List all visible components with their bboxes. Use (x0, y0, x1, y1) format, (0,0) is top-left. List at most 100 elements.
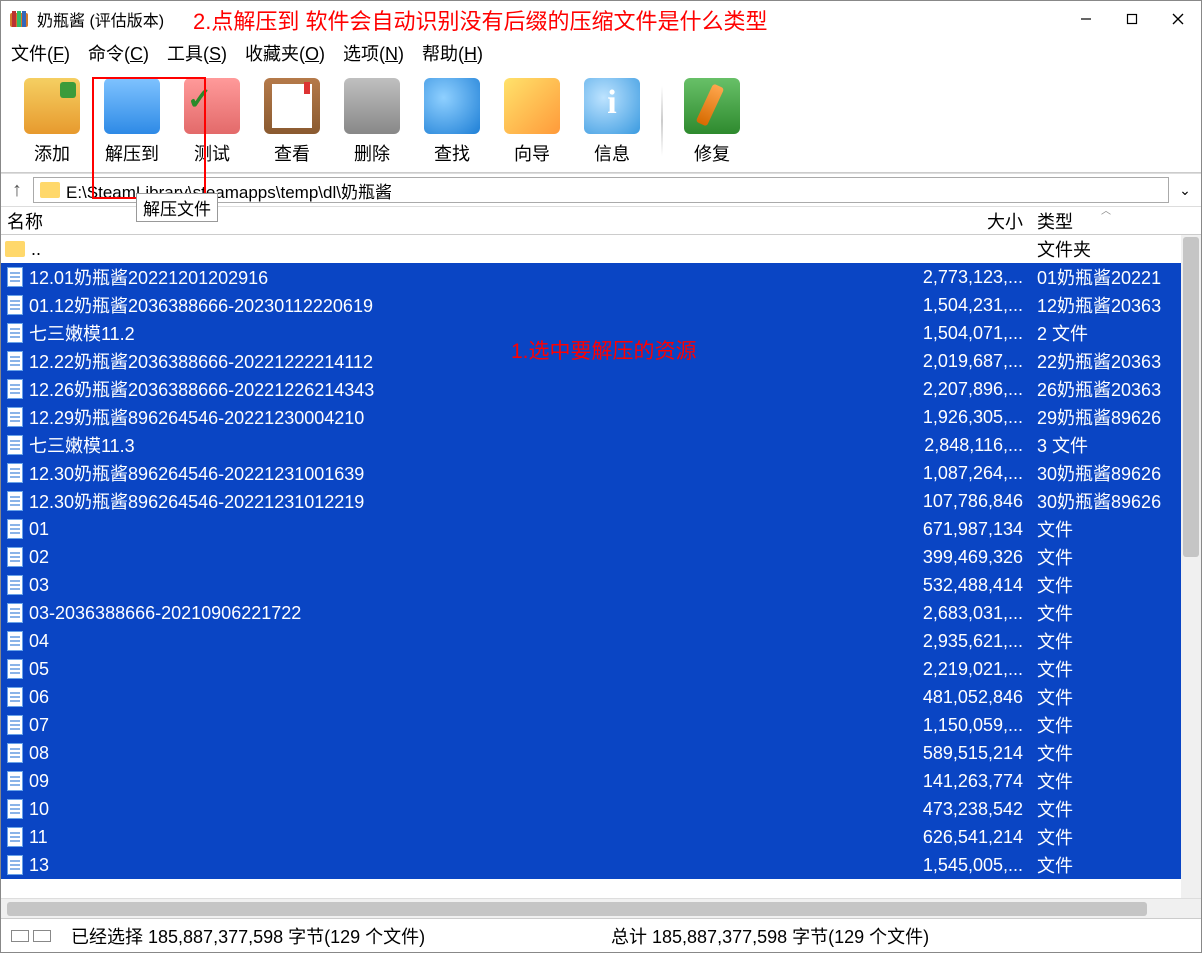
file-row[interactable]: 03532,488,414文件 (1, 571, 1181, 599)
repair-button[interactable]: 修复 (675, 74, 749, 168)
file-name: 02 (29, 547, 907, 568)
file-row[interactable]: 七三嫩模11.32,848,116,...3 文件 (1, 431, 1181, 459)
file-name: 01 (29, 519, 907, 540)
file-row[interactable]: 12.29奶瓶酱896264546-202212300042101,926,30… (1, 403, 1181, 431)
file-name: 12.29奶瓶酱896264546-20221230004210 (29, 404, 907, 430)
delete-icon (344, 78, 400, 134)
scrollbar-thumb[interactable] (1183, 237, 1199, 557)
file-row[interactable]: 01.12奶瓶酱2036388666-202301122206191,504,2… (1, 291, 1181, 319)
file-row[interactable]: 071,150,059,...文件 (1, 711, 1181, 739)
file-icon (7, 351, 23, 371)
file-name: 06 (29, 687, 907, 708)
file-name: 04 (29, 631, 907, 652)
path-text: E:\SteamLibrary\steamapps\temp\dl\奶瓶酱 (66, 178, 392, 203)
file-row[interactable]: 12.30奶瓶酱896264546-202212310016391,087,26… (1, 459, 1181, 487)
add-button[interactable]: 添加 (15, 74, 89, 168)
scrollbar-thumb[interactable] (7, 902, 1147, 916)
view-icon (264, 78, 320, 134)
file-name: 12.26奶瓶酱2036388666-20221226214343 (29, 376, 907, 402)
horizontal-scrollbar[interactable] (1, 898, 1201, 918)
close-button[interactable] (1155, 1, 1201, 37)
find-icon (424, 78, 480, 134)
file-size: 2,935,621,... (907, 631, 1031, 652)
statusbar: 已经选择 185,887,377,598 字节(129 个文件) 总计 185,… (1, 918, 1201, 952)
file-size: 1,087,264,... (907, 463, 1031, 484)
file-name: 09 (29, 771, 907, 792)
add-icon (24, 78, 80, 134)
menu-favorites[interactable]: 收藏夹(O) (245, 40, 325, 66)
file-size: 1,504,071,... (907, 323, 1031, 344)
file-row[interactable]: 052,219,021,...文件 (1, 655, 1181, 683)
file-size: 2,019,687,... (907, 351, 1031, 372)
maximize-button[interactable] (1109, 1, 1155, 37)
file-size: 2,848,116,... (907, 435, 1031, 456)
file-icon (7, 659, 23, 679)
file-icon (7, 827, 23, 847)
extract-button[interactable]: 解压到 (95, 74, 169, 168)
file-icon (7, 771, 23, 791)
file-size: 1,150,059,... (907, 715, 1031, 736)
file-type: 文件 (1031, 628, 1181, 654)
file-row[interactable]: 06481,052,846文件 (1, 683, 1181, 711)
file-type: 30奶瓶酱89626 (1031, 488, 1181, 514)
file-icon (7, 603, 23, 623)
file-row[interactable]: 09141,263,774文件 (1, 767, 1181, 795)
file-icon (7, 687, 23, 707)
file-row[interactable]: 131,545,005,...文件 (1, 851, 1181, 879)
file-type: 文件 (1031, 796, 1181, 822)
parent-folder-row[interactable]: .. 文件夹 (1, 235, 1181, 263)
file-type: 29奶瓶酱89626 (1031, 404, 1181, 430)
test-button[interactable]: 测试 (175, 74, 249, 168)
file-size: 481,052,846 (907, 687, 1031, 708)
file-row[interactable]: 02399,469,326文件 (1, 543, 1181, 571)
annotation-list: 1.选中要解压的资源 (511, 335, 697, 365)
file-size: 532,488,414 (907, 575, 1031, 596)
file-name: 08 (29, 743, 907, 764)
find-button[interactable]: 查找 (415, 74, 489, 168)
minimize-button[interactable] (1063, 1, 1109, 37)
file-icon (7, 323, 23, 343)
toolbar-separator (661, 86, 663, 156)
menu-file[interactable]: 文件(F) (11, 40, 70, 66)
path-dropdown[interactable]: ⌄ (1173, 182, 1197, 199)
file-row[interactable]: 12.01奶瓶酱202212012029162,773,123,...01奶瓶酱… (1, 263, 1181, 291)
file-size: 589,515,214 (907, 743, 1031, 764)
file-type: 2 文件 (1031, 320, 1181, 346)
folder-icon (40, 182, 60, 198)
file-name: 03-2036388666-20210906221722 (29, 603, 907, 624)
view-button[interactable]: 查看 (255, 74, 329, 168)
info-button[interactable]: 信息 (575, 74, 649, 168)
menu-options[interactable]: 选项(N) (343, 40, 404, 66)
file-type: 30奶瓶酱89626 (1031, 460, 1181, 486)
file-name: 七三嫩模11.3 (29, 432, 907, 458)
header-type[interactable]: ︿类型 (1031, 208, 1181, 234)
file-name: 11 (29, 827, 907, 848)
test-icon (184, 78, 240, 134)
file-type: 文件 (1031, 712, 1181, 738)
menu-commands[interactable]: 命令(C) (88, 40, 149, 66)
up-button[interactable]: ↑ (5, 179, 29, 202)
file-name: 10 (29, 799, 907, 820)
vertical-scrollbar[interactable] (1181, 235, 1201, 898)
delete-button[interactable]: 删除 (335, 74, 409, 168)
file-row[interactable]: 01671,987,134文件 (1, 515, 1181, 543)
file-row[interactable]: 08589,515,214文件 (1, 739, 1181, 767)
header-size[interactable]: 大小 (907, 208, 1031, 234)
wizard-button[interactable]: 向导 (495, 74, 569, 168)
file-row[interactable]: 12.30奶瓶酱896264546-20221231012219107,786,… (1, 487, 1181, 515)
file-row[interactable]: 11626,541,214文件 (1, 823, 1181, 851)
file-size: 671,987,134 (907, 519, 1031, 540)
menu-help[interactable]: 帮助(H) (422, 40, 483, 66)
file-size: 626,541,214 (907, 827, 1031, 848)
file-icon (7, 295, 23, 315)
file-row[interactable]: 03-2036388666-202109062217222,683,031,..… (1, 599, 1181, 627)
menu-tools[interactable]: 工具(S) (167, 40, 227, 66)
file-icon (7, 715, 23, 735)
file-icon (7, 547, 23, 567)
file-row[interactable]: 12.26奶瓶酱2036388666-202212262143432,207,8… (1, 375, 1181, 403)
titlebar[interactable]: 奶瓶酱 (评估版本) 2.点解压到 软件会自动识别没有后缀的压缩文件是什么类型 (1, 1, 1201, 37)
file-row[interactable]: 042,935,621,...文件 (1, 627, 1181, 655)
status-total: 总计 185,887,377,598 字节(129 个文件) (601, 923, 1201, 949)
file-row[interactable]: 10473,238,542文件 (1, 795, 1181, 823)
window-controls (1063, 1, 1201, 37)
